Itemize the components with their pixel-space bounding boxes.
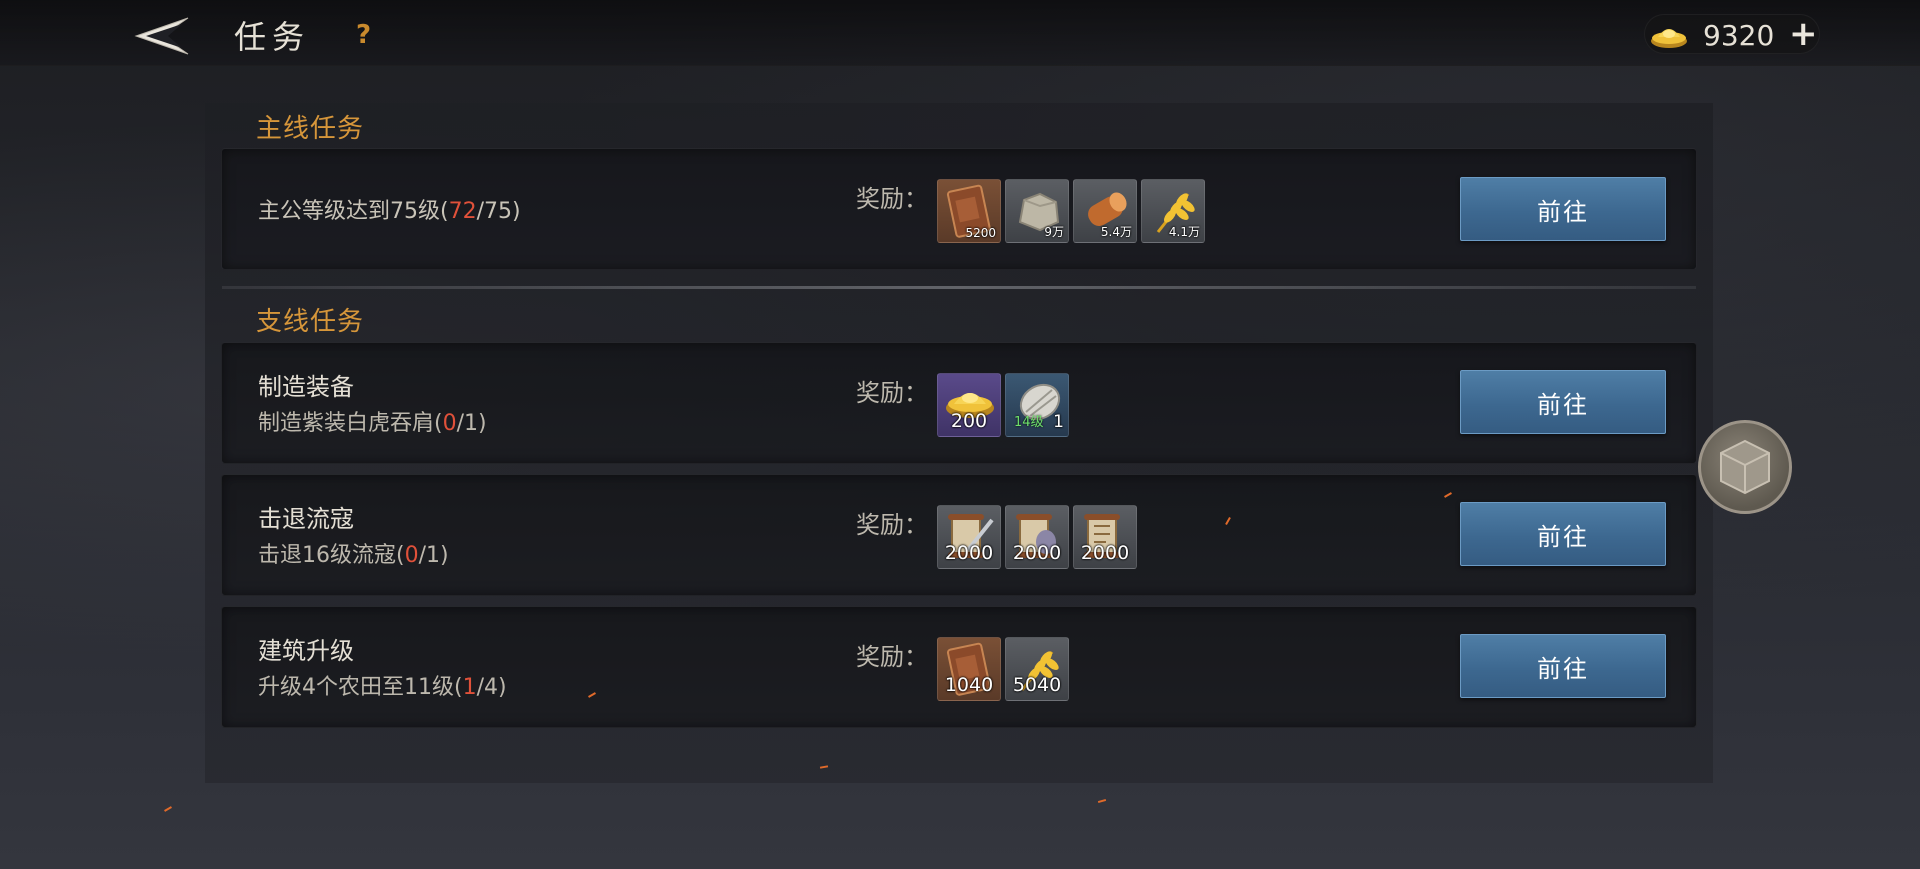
reward-label: 奖励：: [856, 379, 928, 407]
reward-list: 5200 9万 5.4万 4.1万: [937, 179, 1205, 243]
side-task-card: 建筑升级 升级4个农田至11级(1/4) 奖励： 1040 5040 前往: [221, 606, 1697, 728]
page-title: 任务: [234, 18, 311, 56]
side-task-card: 击退流寇 击退16级流寇(0/1) 奖励： 2000 2000 2000 前往: [221, 474, 1697, 596]
floating-menu-button[interactable]: [1698, 420, 1792, 514]
reward-item[interactable]: 4.1万: [1141, 179, 1205, 243]
reward-label: 奖励：: [856, 185, 928, 213]
reward-item[interactable]: 200: [937, 373, 1001, 437]
reward-list: 1040 5040: [937, 637, 1069, 701]
currency-display: 9320 +: [1644, 14, 1820, 54]
reward-item[interactable]: 5200: [937, 179, 1001, 243]
top-bar: 任务 ? 9320 +: [0, 0, 1920, 66]
reward-item[interactable]: 5.4万: [1073, 179, 1137, 243]
add-currency-button[interactable]: +: [1789, 14, 1818, 54]
go-button[interactable]: 前往: [1460, 634, 1666, 698]
task-description: 主公等级达到75级(72/75): [258, 199, 521, 224]
reward-label: 奖励：: [856, 511, 928, 539]
reward-item[interactable]: 9万: [1005, 179, 1069, 243]
ember-particle: [1097, 798, 1107, 804]
task-name: 建筑升级: [258, 637, 354, 665]
reward-item[interactable]: 14级 1: [1005, 373, 1069, 437]
main-quest-title: 主线任务: [256, 114, 365, 144]
task-description: 升级4个农田至11级(1/4): [258, 675, 507, 700]
back-button[interactable]: [128, 14, 192, 58]
task-description: 制造紫装白虎吞肩(0/1): [258, 411, 487, 436]
task-name: 制造装备: [258, 373, 354, 401]
reward-label: 奖励：: [856, 643, 928, 671]
side-quest-title: 支线任务: [256, 307, 365, 337]
go-button[interactable]: 前往: [1460, 370, 1666, 434]
task-description: 击退16级流寇(0/1): [258, 543, 449, 568]
reward-item[interactable]: 1040: [937, 637, 1001, 701]
reward-item[interactable]: 2000: [1005, 505, 1069, 569]
side-task-card: 制造装备 制造紫装白虎吞肩(0/1) 奖励： 200 14级 1 前往: [221, 342, 1697, 464]
gold-ingot-icon: [1651, 29, 1687, 48]
reward-item[interactable]: 2000: [1073, 505, 1137, 569]
currency-amount: 9320: [1703, 19, 1775, 52]
back-arrow-icon: [134, 17, 189, 55]
level-tag: 14级: [1014, 415, 1044, 430]
cube-icon: [1720, 439, 1770, 495]
reward-item[interactable]: 5040: [1005, 637, 1069, 701]
go-button[interactable]: 前往: [1460, 177, 1666, 241]
reward-list: 2000 2000 2000: [937, 505, 1137, 569]
reward-item[interactable]: 2000: [937, 505, 1001, 569]
help-button[interactable]: ?: [356, 20, 371, 50]
reward-list: 200 14级 1: [937, 373, 1069, 437]
task-name: 击退流寇: [258, 505, 354, 533]
section-divider: [222, 286, 1696, 289]
go-button[interactable]: 前往: [1460, 502, 1666, 566]
ember-particle: [164, 806, 172, 812]
main-task-card: 主公等级达到75级(72/75) 奖励： 5200 9万 5.4万 4.1万 前…: [221, 148, 1697, 270]
